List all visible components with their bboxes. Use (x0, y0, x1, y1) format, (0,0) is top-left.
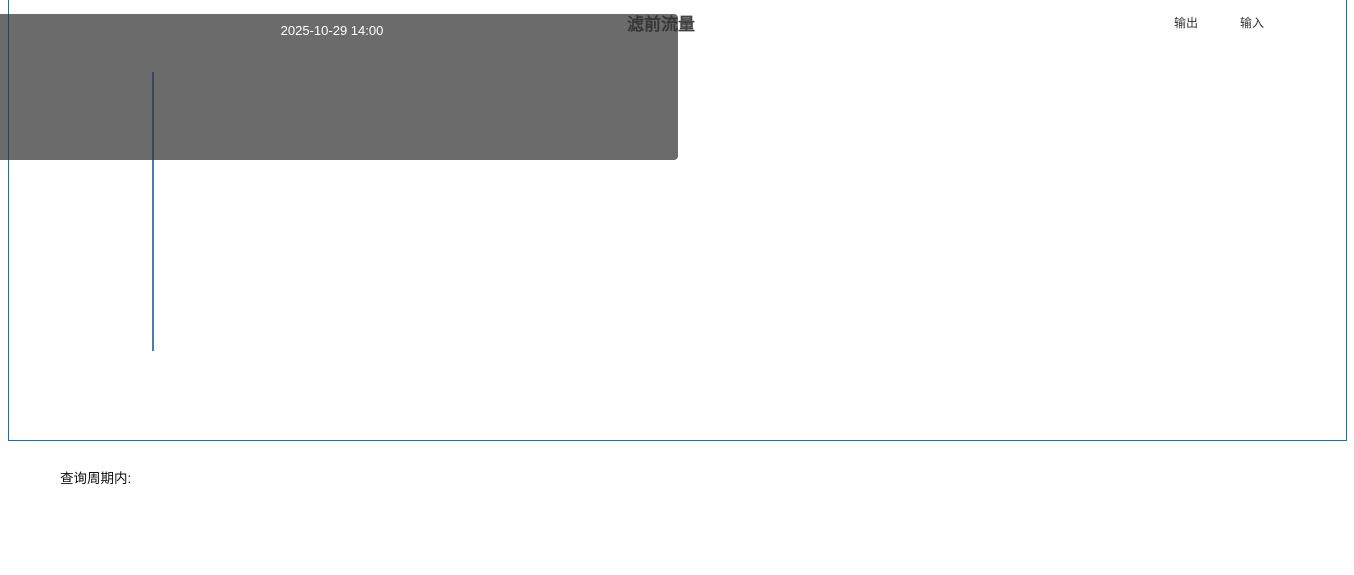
legend-label-input: 输入 (1240, 16, 1265, 30)
legend-item-input[interactable]: 输入 (1212, 14, 1264, 31)
legend-label-output: 输出 (1174, 16, 1199, 30)
chart-tooltip: 2025-10-29 14:00 (0, 14, 678, 160)
page: 滤前流量 输出 输入 2025-10-29 14:00 查询周期内: (0, 0, 1354, 575)
output-line-circle-marker-icon (1146, 17, 1170, 29)
input-line-square-marker-icon (1212, 17, 1236, 29)
chart-legend: 输出 输入 (1146, 14, 1264, 31)
tooltip-header: 2025-10-29 14:00 (280, 23, 384, 38)
summary-period-label: 查询周期内: (60, 471, 132, 486)
legend-item-output[interactable]: 输出 (1146, 14, 1198, 31)
